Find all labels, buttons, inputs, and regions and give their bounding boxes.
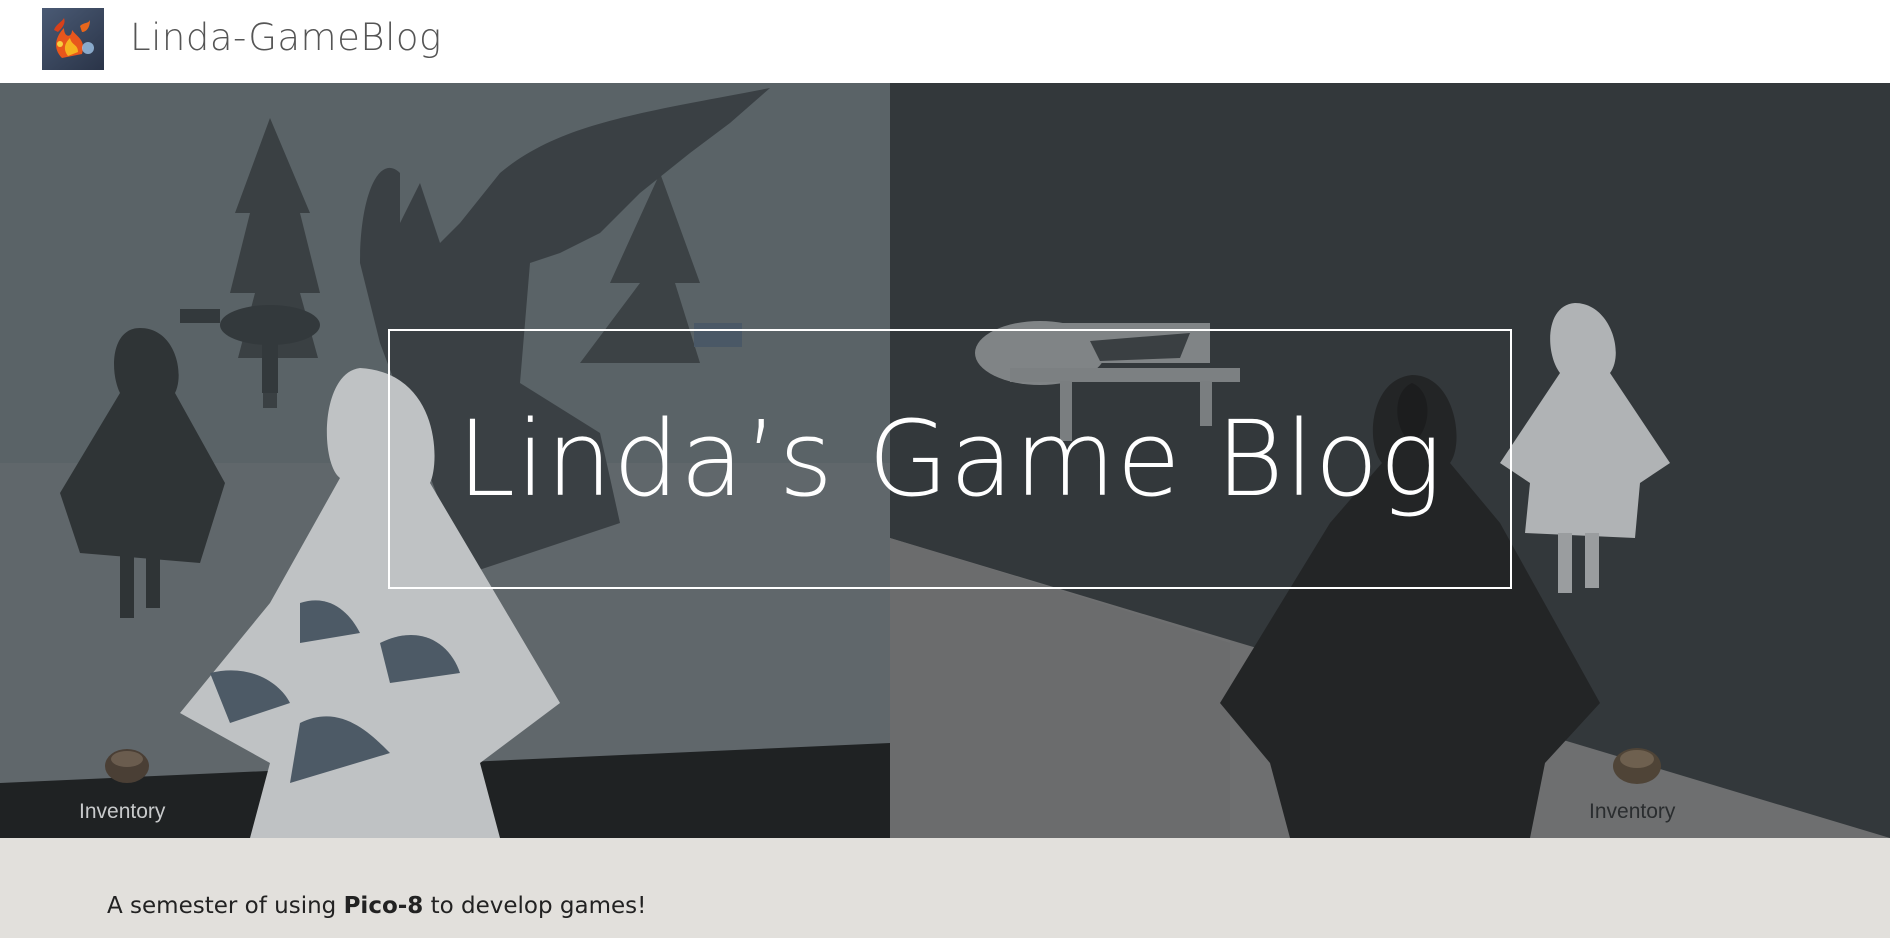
intro-text-bold: Pico-8 <box>343 893 424 919</box>
inventory-label-left: Inventory <box>79 800 166 823</box>
intro-text: A semester of using Pico-8 to develop ga… <box>107 893 646 919</box>
flame-logo-icon[interactable] <box>42 8 104 70</box>
inventory-label-right: Inventory <box>1589 800 1676 823</box>
hero-title-frame: Linda’s Game Blog <box>388 329 1512 589</box>
top-bar: Linda-GameBlog <box>0 0 1890 83</box>
hero-title: Linda’s Game Blog <box>457 398 1443 520</box>
intro-text-before: A semester of using <box>107 893 344 919</box>
site-title-link[interactable]: Linda-GameBlog <box>130 16 442 59</box>
intro-text-after: to develop games! <box>423 893 647 919</box>
hero-banner: Linda’s Game Blog Inventory Inventory <box>0 83 1890 838</box>
